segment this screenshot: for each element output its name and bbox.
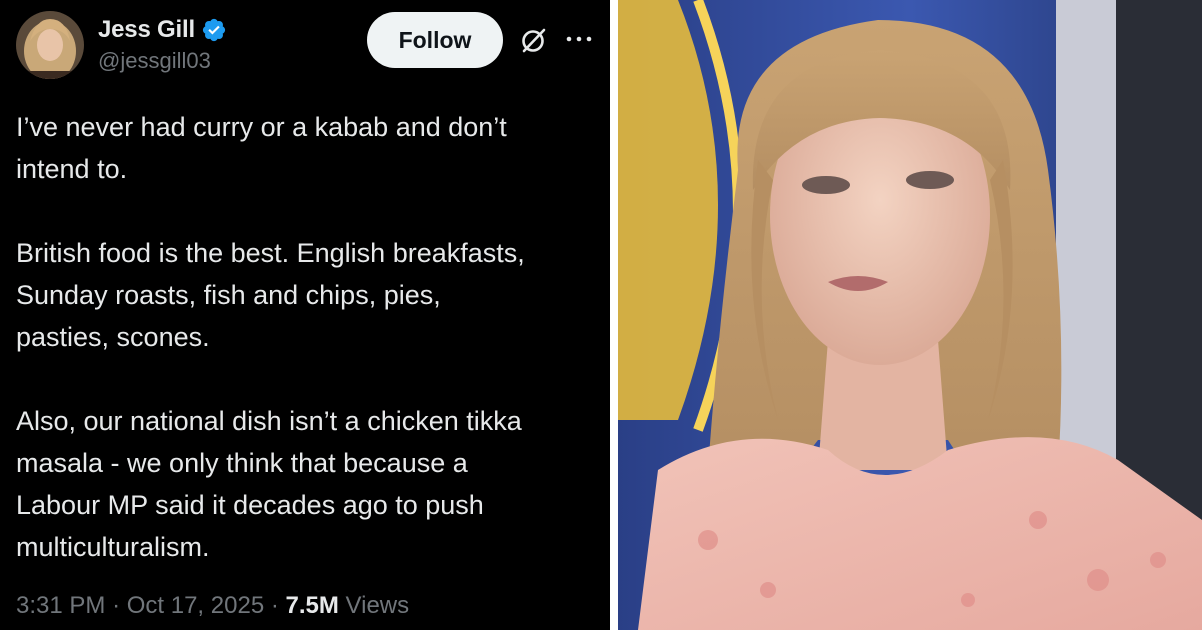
follow-button[interactable]: Follow [367, 12, 503, 68]
display-name[interactable]: Jess Gill [98, 16, 195, 44]
divider [610, 0, 618, 630]
tweet-date[interactable]: Oct 17, 2025 [127, 592, 264, 619]
more-options-icon[interactable] [563, 29, 595, 49]
tweet-meta: 3:31 PM · Oct 17, 2025 · 7.5M Views [16, 592, 409, 620]
tweet-time[interactable]: 3:31 PM [16, 592, 105, 619]
portrait-photo [618, 0, 1202, 630]
meta-separator: · [112, 592, 121, 619]
verified-badge-icon [201, 17, 227, 43]
composite-image: Jess Gill @jessgill03 Follow I’ve never … [0, 0, 1202, 630]
tweet-paragraph: I’ve never had curry or a kabab and don’… [16, 112, 507, 184]
meta-separator: · [270, 592, 279, 619]
tweet-text: I’ve never had curry or a kabab and don’… [16, 106, 606, 610]
tweet-card: Jess Gill @jessgill03 Follow I’ve never … [0, 0, 610, 630]
display-name-row: Jess Gill [98, 14, 227, 46]
tweet-paragraph: Also, our national dish isn’t a chicken … [16, 406, 522, 562]
views-count: 7.5M [285, 592, 339, 619]
avatar[interactable] [16, 11, 84, 79]
views-label: Views [345, 592, 410, 619]
tweet-paragraph: British food is the best. English breakf… [16, 238, 525, 352]
grok-icon[interactable] [518, 26, 548, 56]
user-handle[interactable]: @jessgill03 [98, 48, 211, 74]
